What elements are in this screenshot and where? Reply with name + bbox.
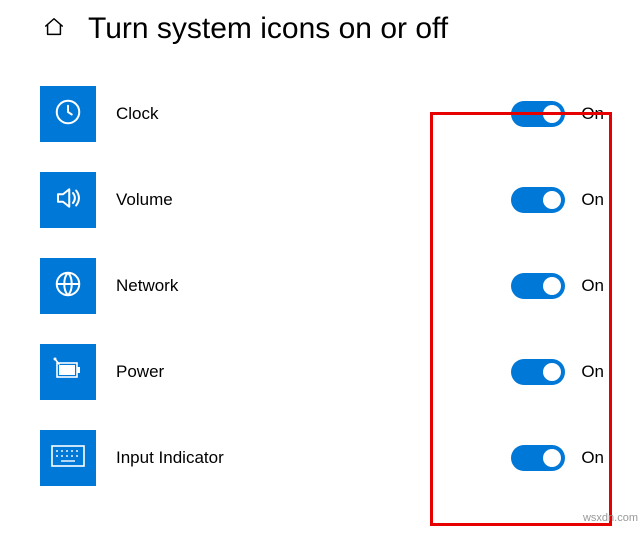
toggle-switch[interactable] [511, 273, 565, 299]
list-item: Power On [40, 344, 624, 400]
watermark: wsxdn.com [583, 512, 638, 524]
icon-tile [40, 258, 96, 314]
item-label: Volume [116, 190, 316, 210]
item-label: Clock [116, 104, 316, 124]
list-item: Network On [40, 258, 624, 314]
page-title: Turn system icons on or off [88, 12, 448, 46]
icon-tile [40, 86, 96, 142]
icon-list: Clock On Volume On Network On [40, 86, 624, 486]
volume-icon [53, 183, 83, 218]
icon-tile [40, 172, 96, 228]
home-button[interactable] [40, 15, 68, 43]
toggle-state: On [581, 276, 604, 296]
item-label: Input Indicator [116, 448, 316, 468]
toggle-switch[interactable] [511, 359, 565, 385]
network-icon [53, 269, 83, 304]
item-label: Power [116, 362, 316, 382]
toggle-state: On [581, 104, 604, 124]
toggle-switch[interactable] [511, 187, 565, 213]
list-item: Input Indicator On [40, 430, 624, 486]
clock-icon [53, 97, 83, 132]
toggle-switch[interactable] [511, 101, 565, 127]
icon-tile [40, 430, 96, 486]
power-icon [52, 357, 84, 388]
home-icon [43, 16, 65, 43]
list-item: Volume On [40, 172, 624, 228]
keyboard-icon [51, 444, 85, 473]
item-label: Network [116, 276, 316, 296]
list-item: Clock On [40, 86, 624, 142]
toggle-state: On [581, 362, 604, 382]
toggle-state: On [581, 190, 604, 210]
icon-tile [40, 344, 96, 400]
toggle-state: On [581, 448, 604, 468]
toggle-switch[interactable] [511, 445, 565, 471]
